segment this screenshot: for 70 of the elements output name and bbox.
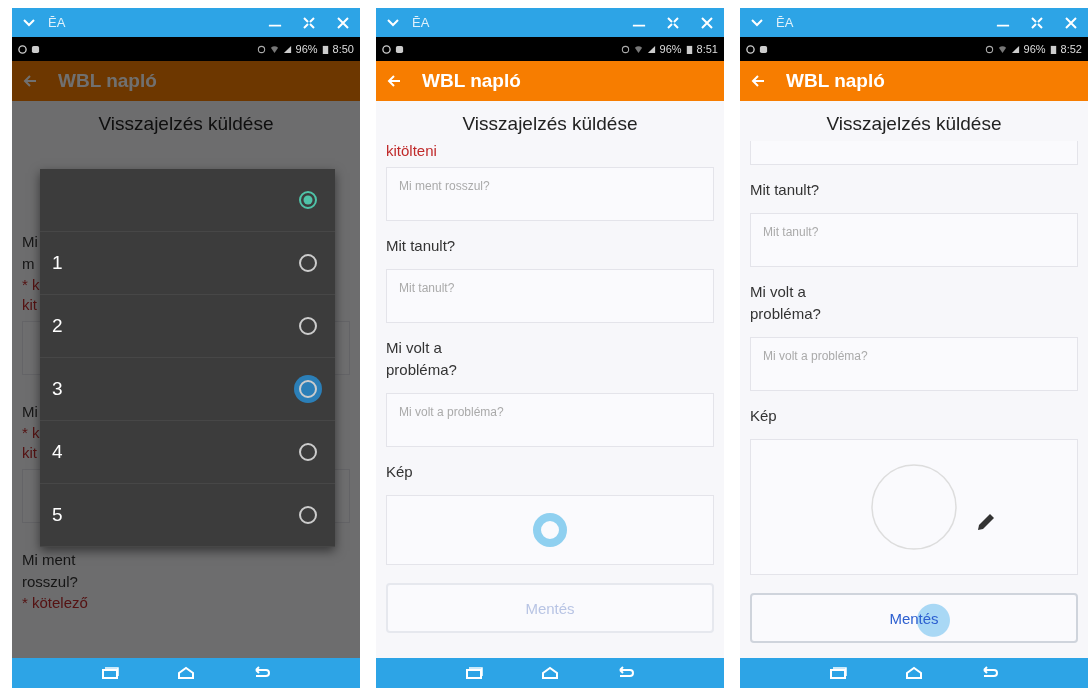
close-icon[interactable] <box>1064 15 1078 30</box>
close-icon[interactable] <box>700 15 714 30</box>
back-icon[interactable] <box>616 666 636 680</box>
required-note: kit <box>22 443 37 463</box>
field-label: Mi <box>22 402 38 422</box>
image-picker[interactable] <box>386 495 714 565</box>
fullscreen-icon[interactable] <box>1030 15 1044 30</box>
battery-icon <box>321 44 329 54</box>
choice-option[interactable]: 5 <box>40 484 335 547</box>
page-heading: Visszajelzés küldése <box>461 112 639 136</box>
recent-apps-icon[interactable] <box>100 666 120 680</box>
choice-option[interactable]: 3 <box>40 358 335 421</box>
battery-percent: 96% <box>1023 43 1046 55</box>
page-heading: Visszajelzés küldése <box>825 112 1003 136</box>
field-label: Mi volt a probléma? <box>750 282 822 324</box>
required-note: kitölteni <box>386 141 437 161</box>
field-label: Mit tanult? <box>750 180 820 200</box>
app-title: WBL napló <box>58 70 157 92</box>
back-arrow-icon[interactable] <box>22 73 38 89</box>
close-icon[interactable] <box>336 15 350 30</box>
field-label: Mi ment <box>22 550 76 570</box>
back-arrow-icon[interactable] <box>386 73 402 89</box>
save-button[interactable]: Mentés <box>750 593 1078 643</box>
window-title: ĒA <box>776 15 794 30</box>
required-note: * k <box>22 423 40 443</box>
battery-icon <box>685 44 693 54</box>
loading-spinner-icon <box>530 510 570 550</box>
battery-percent: 96% <box>659 43 682 55</box>
required-note: * kötelező <box>22 593 88 613</box>
chevron-down-icon[interactable] <box>22 17 36 28</box>
clock: 8:50 <box>332 43 354 55</box>
field-label: m <box>22 254 35 274</box>
field-label: Mi <box>22 232 38 252</box>
choice-option[interactable]: 4 <box>40 421 335 484</box>
page-heading: Visszajelzés küldése <box>97 112 275 136</box>
clock: 8:51 <box>696 43 718 55</box>
app-title: WBL napló <box>422 70 521 92</box>
battery-icon <box>1049 44 1057 54</box>
clock: 8:52 <box>1060 43 1082 55</box>
required-note: kit <box>22 295 37 315</box>
chevron-down-icon[interactable] <box>750 17 764 28</box>
back-icon[interactable] <box>252 666 272 680</box>
signal-icon <box>1010 44 1020 54</box>
signal-icon <box>282 44 292 54</box>
radio-button[interactable] <box>293 374 323 404</box>
back-icon[interactable] <box>980 666 1000 680</box>
fullscreen-icon[interactable] <box>666 15 680 30</box>
field-label: Kép <box>386 462 413 482</box>
pencil-icon[interactable] <box>976 512 996 532</box>
home-icon[interactable] <box>176 666 196 680</box>
recent-apps-icon[interactable] <box>828 666 848 680</box>
avatar-circle-icon <box>869 462 959 552</box>
window-title: ĒA <box>412 15 430 30</box>
home-icon[interactable] <box>904 666 924 680</box>
fullscreen-icon[interactable] <box>302 15 316 30</box>
field-label: Kép <box>750 406 777 426</box>
chevron-down-icon[interactable] <box>386 17 400 28</box>
choice-option[interactable]: 1 <box>40 232 335 295</box>
required-note: * k <box>22 275 40 295</box>
window-title: ĒA <box>48 15 66 30</box>
app-title: WBL napló <box>786 70 885 92</box>
home-icon[interactable] <box>540 666 560 680</box>
back-arrow-icon[interactable] <box>750 73 766 89</box>
signal-icon <box>646 44 656 54</box>
battery-percent: 96% <box>295 43 318 55</box>
field-label: Mit tanult? <box>386 236 456 256</box>
field-label: rosszul? <box>22 572 78 592</box>
field-label: Mi volt a probléma? <box>386 338 458 380</box>
choice-option[interactable]: 2 <box>40 295 335 358</box>
recent-apps-icon[interactable] <box>464 666 484 680</box>
